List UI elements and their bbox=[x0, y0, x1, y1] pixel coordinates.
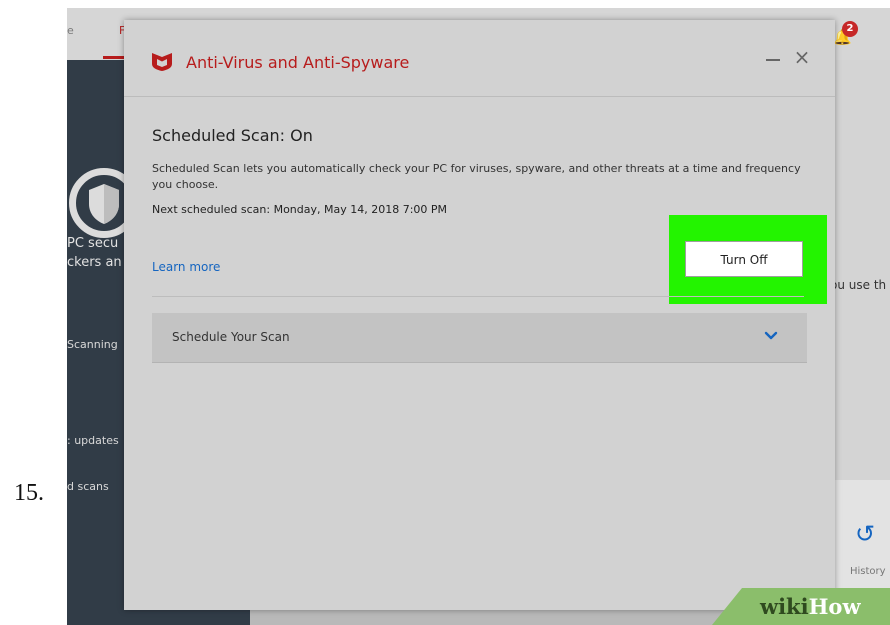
wikihow-logo: wikiHow bbox=[760, 594, 861, 619]
chevron-down-icon[interactable] bbox=[762, 327, 780, 345]
scan-status-title: Scheduled Scan: On bbox=[152, 126, 313, 145]
schedule-your-scan-row[interactable]: Schedule Your Scan bbox=[152, 313, 807, 363]
notification-badge: 2 bbox=[842, 21, 858, 37]
history-icon[interactable]: ↺ bbox=[855, 520, 875, 548]
mcafee-logo-icon bbox=[152, 53, 172, 71]
step-number: 15. bbox=[14, 480, 44, 506]
tab-partial[interactable]: e bbox=[67, 24, 74, 37]
scan-description: Scheduled Scan lets you automatically ch… bbox=[152, 162, 801, 191]
divider bbox=[152, 296, 804, 297]
dialog-header: Anti-Virus and Anti-Spyware × bbox=[124, 20, 835, 97]
screenshot: e F 🔔 2 PC secu ckers an Scanning : upda… bbox=[67, 8, 890, 625]
close-button[interactable]: × bbox=[792, 46, 812, 68]
sidebar-item-scans[interactable]: d scans bbox=[67, 480, 109, 493]
next-scan-time: Next scheduled scan: Monday, May 14, 201… bbox=[152, 203, 448, 216]
right-panel bbox=[827, 60, 890, 480]
sidebar-item-updates[interactable]: : updates bbox=[67, 434, 119, 447]
right-panel-text: ou use th bbox=[830, 278, 887, 292]
learn-more-link[interactable]: Learn more bbox=[152, 260, 220, 274]
dialog-title: Anti-Virus and Anti-Spyware bbox=[186, 53, 410, 72]
sidebar-item-scanning[interactable]: Scanning bbox=[67, 338, 118, 351]
history-label: History bbox=[850, 566, 886, 577]
sidebar-headline-1: PC secu bbox=[67, 236, 119, 251]
schedule-your-scan-label: Schedule Your Scan bbox=[172, 330, 290, 344]
minimize-button[interactable] bbox=[764, 50, 782, 68]
antivirus-dialog: Anti-Virus and Anti-Spyware × Scheduled … bbox=[124, 20, 835, 610]
shield-icon bbox=[89, 184, 119, 224]
sidebar-headline-2: ckers an bbox=[67, 255, 122, 270]
turn-off-button[interactable]: Turn Off bbox=[685, 241, 803, 277]
